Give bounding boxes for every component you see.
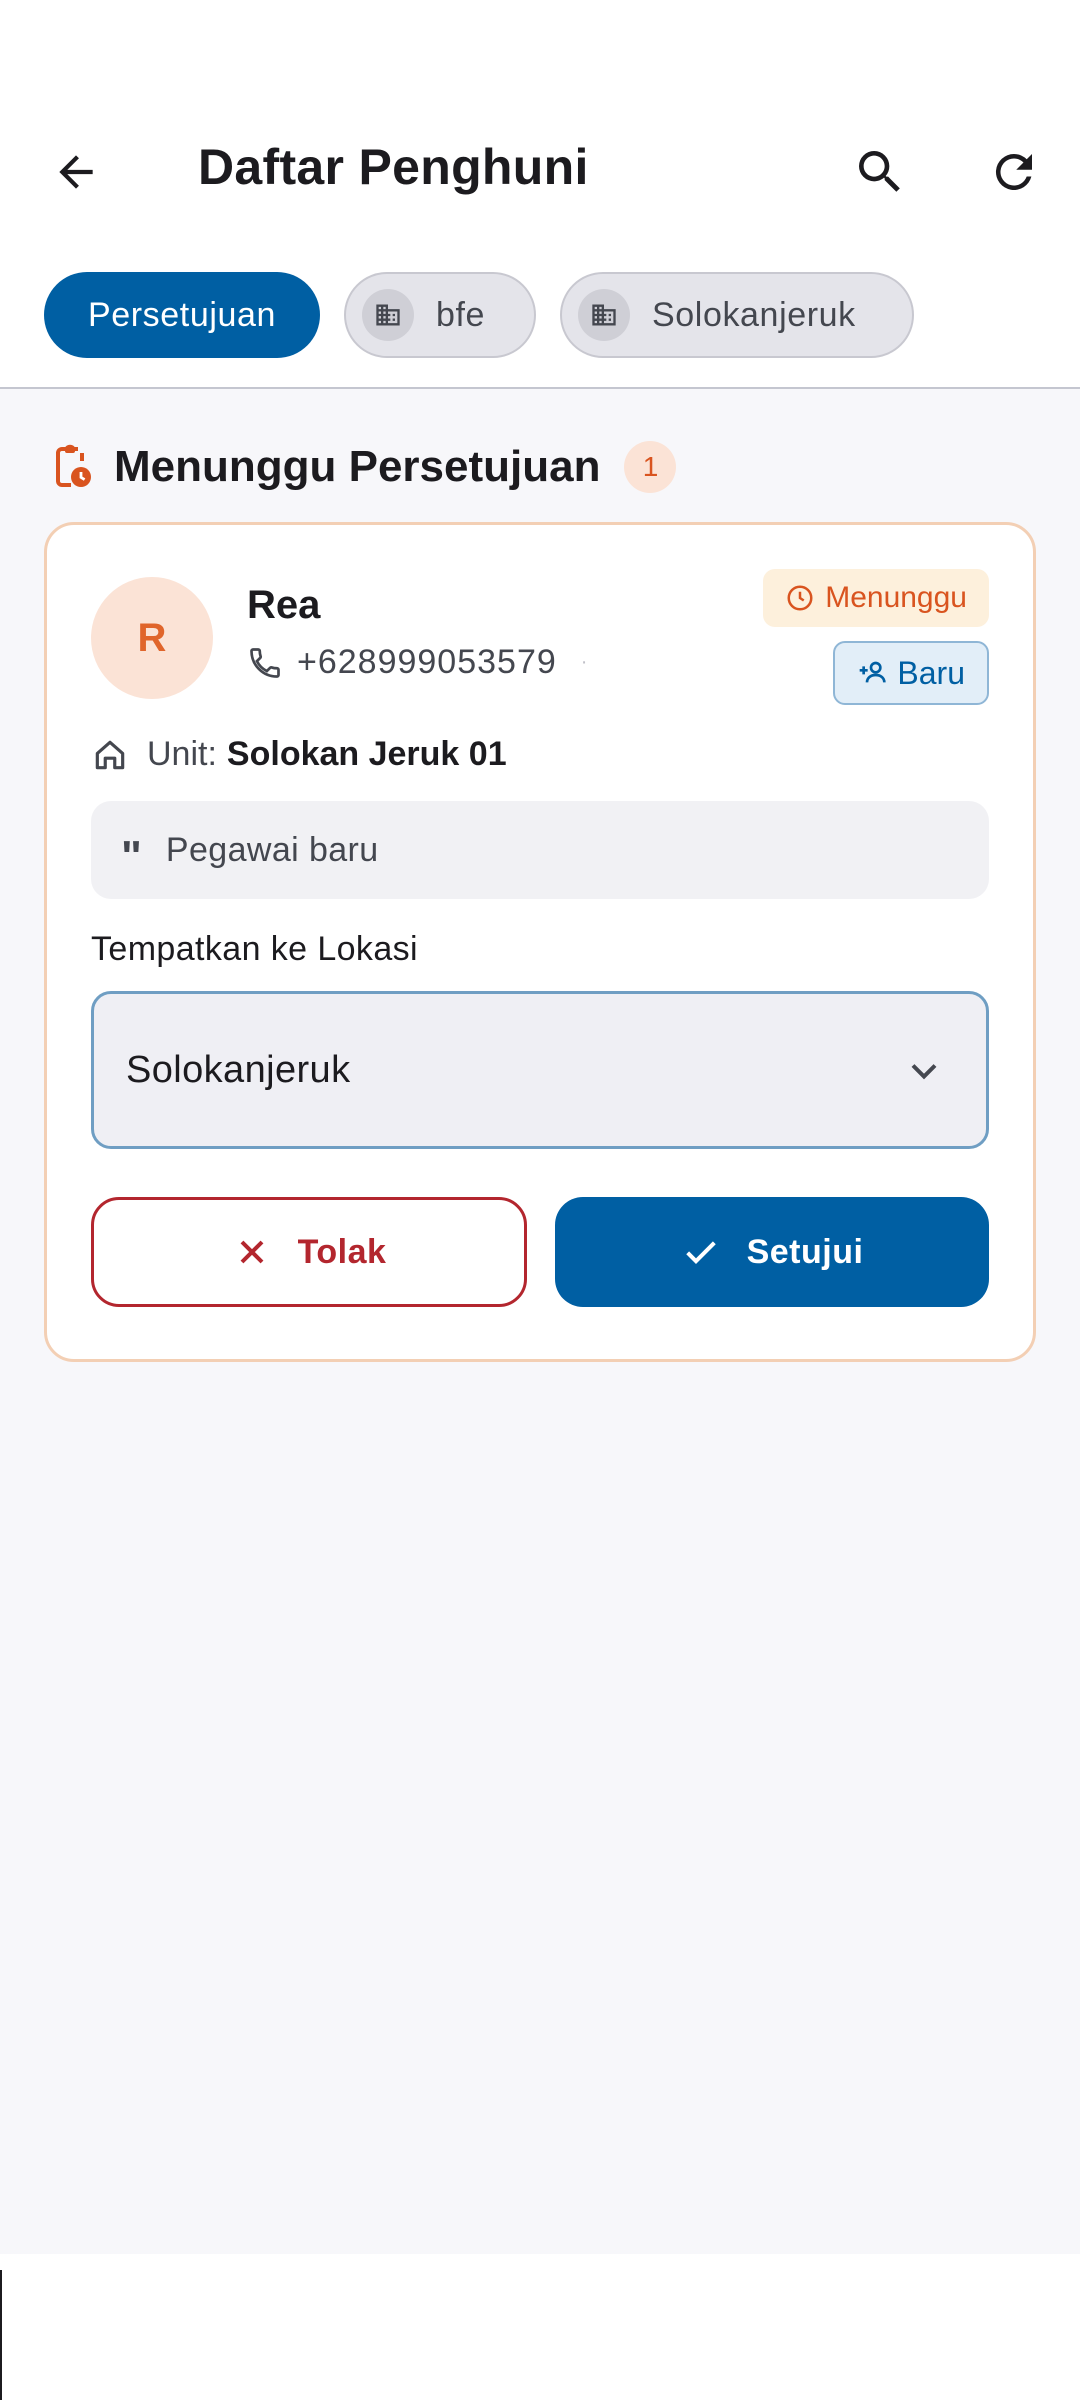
unit-row: Unit: Solokan Jeruk 01 — [91, 735, 507, 774]
phone-number: +628999053579 — [297, 643, 557, 681]
chevron-down-icon — [911, 1064, 937, 1080]
refresh-button[interactable] — [982, 140, 1046, 204]
app-bar: Daftar Penghuni — [0, 120, 1080, 216]
resident-name: Rea — [247, 583, 321, 627]
unit-value: Solokan Jeruk 01 — [226, 735, 507, 773]
approve-label: Setujui — [746, 1232, 864, 1271]
new-label: Baru — [897, 654, 965, 691]
reject-button[interactable]: Tolak — [91, 1197, 527, 1307]
clock-icon — [787, 585, 813, 611]
filter-chips: Persetujuan bfe Solokanjeruk — [0, 270, 1080, 360]
chip-solokanjeruk[interactable]: Solokanjeruk — [560, 272, 914, 358]
page-title: Daftar Penghuni — [198, 139, 589, 195]
edge-line — [0, 2270, 2, 2400]
building-icon — [578, 289, 630, 341]
location-selected-value: Solokanjeruk — [126, 1048, 351, 1091]
approval-card: R Rea +628999053579 · Menunggu Baru Unit… — [44, 522, 1036, 1362]
pending-count-badge: 1 — [624, 441, 677, 493]
section-header: Menunggu Persetujuan 1 — [46, 439, 677, 495]
note-text: Pegawai baru — [165, 830, 379, 869]
phone-icon — [250, 647, 280, 678]
building-icon — [362, 289, 414, 341]
reject-label: Tolak — [297, 1232, 387, 1271]
search-icon — [859, 151, 900, 192]
note-box: " Pegawai baru — [91, 801, 989, 899]
separator-dot: · — [580, 651, 588, 673]
chip-label: bfe — [436, 295, 486, 334]
approve-button[interactable]: Setujui — [555, 1197, 989, 1307]
avatar: R — [91, 577, 213, 699]
chip-label: Persetujuan — [87, 295, 277, 334]
status-badge: Menunggu — [763, 569, 989, 627]
home-icon — [95, 740, 125, 769]
unit-label: Unit: — [147, 735, 217, 773]
back-button[interactable] — [44, 140, 108, 204]
refresh-icon — [995, 153, 1032, 190]
section-title: Menunggu Persetujuan — [114, 442, 601, 491]
new-badge: Baru — [833, 641, 989, 705]
chip-label: Solokanjeruk — [652, 295, 856, 334]
clipboard-clock-icon — [56, 444, 91, 487]
phone-row: +628999053579 · — [247, 643, 587, 682]
location-select[interactable]: Solokanjeruk — [91, 991, 989, 1149]
quote-icon: " — [121, 832, 142, 881]
close-icon — [240, 1240, 264, 1264]
content-area[interactable]: Menunggu Persetujuan 1 R Rea +6289990535… — [0, 389, 1080, 2254]
chip-persetujuan[interactable]: Persetujuan — [44, 272, 320, 358]
location-field-label: Tempatkan ke Lokasi — [91, 930, 418, 968]
status-label: Menunggu — [825, 581, 967, 614]
search-button[interactable] — [848, 140, 912, 204]
person-add-icon — [860, 661, 887, 683]
check-icon — [685, 1241, 716, 1264]
arrow-left-icon — [59, 155, 93, 189]
chip-bfe[interactable]: bfe — [344, 272, 536, 358]
